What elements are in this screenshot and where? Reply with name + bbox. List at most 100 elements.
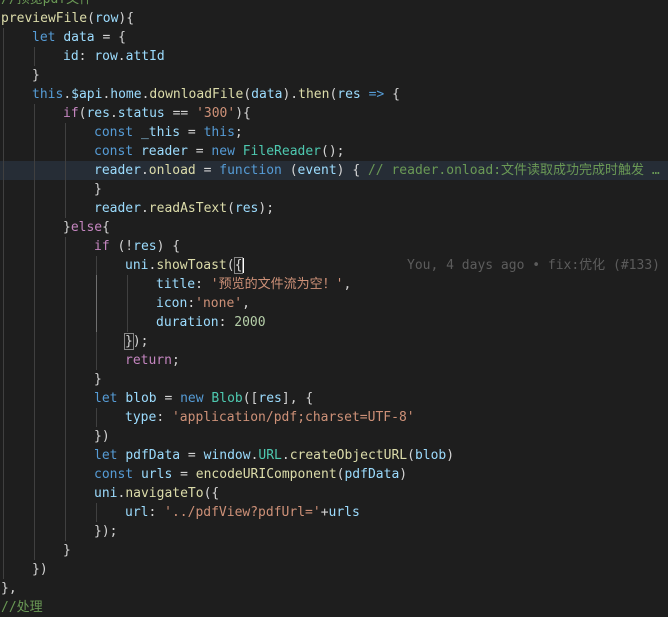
code-token: 2000 [234, 315, 266, 330]
code-line[interactable]: let data = { [0, 28, 668, 47]
indent-guide [65, 123, 66, 142]
indent-guide [65, 503, 66, 522]
code-text: title: '预览的文件流为空！', [156, 275, 351, 294]
code-token: : [195, 277, 211, 292]
code-token: URL [258, 448, 282, 463]
code-token: ); [132, 334, 149, 349]
indent-guide [34, 332, 35, 351]
code-line[interactable]: } [0, 66, 668, 85]
code-line[interactable]: if(res.status == '300'){ [0, 104, 668, 123]
code-line[interactable]: } [0, 541, 668, 560]
code-token: + [320, 505, 329, 520]
code-token: . [117, 49, 126, 64]
code-token: res [234, 201, 259, 216]
code-token: type [125, 410, 157, 425]
indent-guide [3, 541, 4, 560]
code-line[interactable]: type: 'application/pdf;charset=UTF-8' [0, 408, 668, 427]
indent-guide [96, 351, 97, 370]
code-token: new [180, 391, 212, 406]
code-line[interactable]: return; [0, 351, 668, 370]
code-line[interactable]: }) [0, 427, 668, 446]
indent-guide [34, 503, 35, 522]
code-token: ([ [242, 391, 259, 406]
indent-guide [3, 47, 4, 66]
code-line[interactable]: }); [0, 332, 668, 351]
indent-guide [3, 275, 4, 294]
code-line[interactable]: }else{ [0, 218, 668, 237]
code-line[interactable]: const _this = this; [0, 123, 668, 142]
code-token: => [368, 87, 385, 102]
code-text: }else{ [63, 218, 110, 237]
code-token: . [140, 201, 149, 216]
code-line[interactable]: icon:'none', [0, 294, 668, 313]
code-token: : [148, 505, 165, 520]
code-line[interactable]: } [0, 180, 668, 199]
code-text: } [63, 541, 71, 560]
code-line[interactable]: }); [0, 522, 668, 541]
code-token: let [94, 391, 126, 406]
code-line[interactable]: title: '预览的文件流为空！', [0, 275, 668, 294]
code-token: window [203, 448, 251, 463]
code-line[interactable]: duration: 2000 [0, 313, 668, 332]
code-text: const reader = new FileReader(); [94, 142, 345, 161]
code-line[interactable]: uni.showToast({You, 4 days ago • fix:优化 … [0, 256, 668, 275]
code-line[interactable]: const reader = new FileReader(); [0, 142, 668, 161]
code-line[interactable]: //处理 [0, 598, 668, 617]
code-token: createObjectURL [289, 448, 408, 463]
indent-guide [3, 408, 4, 427]
code-token: $api [71, 87, 103, 102]
code-token: . [281, 448, 290, 463]
code-token: encodeURIComponent [195, 467, 337, 482]
indent-guide [96, 503, 97, 522]
code-token: blob [414, 448, 447, 463]
code-line[interactable]: } [0, 370, 668, 389]
code-token: navigateTo [125, 486, 204, 501]
code-token: = [180, 448, 204, 463]
code-text: url: '../pdfView?pdfUrl='+urls [125, 503, 360, 522]
indent-guide [3, 294, 4, 313]
code-token: ( [407, 448, 415, 463]
code-token: { [233, 257, 244, 274]
code-token: reader [94, 163, 141, 178]
code-line[interactable]: }, [0, 579, 668, 598]
indent-guide [34, 237, 35, 256]
code-token: then [298, 87, 330, 102]
code-line[interactable]: const urls = encodeURIComponent(pdfData) [0, 465, 668, 484]
code-token: ( [281, 163, 298, 178]
code-line[interactable]: id: row.attId [0, 47, 668, 66]
code-line[interactable]: url: '../pdfView?pdfUrl='+urls [0, 503, 668, 522]
code-line[interactable]: this.$api.home.downloadFile(data).then(r… [0, 85, 668, 104]
code-token: . [63, 87, 72, 102]
code-line[interactable]: reader.onload = function (event) { // re… [0, 161, 668, 180]
code-token: }, [1, 581, 17, 596]
indent-guide [65, 161, 66, 180]
code-token: urls [140, 467, 173, 482]
code-token: title [156, 277, 196, 292]
code-line[interactable]: reader.readAsText(res); [0, 199, 668, 218]
indent-guide [65, 256, 66, 275]
code-text: //处理 [1, 598, 43, 617]
code-editor[interactable]: //预览pdf文件previewFile(row){let data = {id… [0, 0, 668, 615]
indent-guide [3, 256, 4, 275]
code-token: }); [94, 524, 118, 539]
indent-guide [3, 199, 4, 218]
code-token: 'none' [195, 296, 243, 311]
code-token: = [195, 163, 220, 178]
code-token: ) [399, 467, 408, 482]
code-line[interactable]: uni.navigateTo({ [0, 484, 668, 503]
indent-guide [65, 427, 66, 446]
code-token: blob [125, 391, 157, 406]
code-line[interactable]: //预览pdf文件 [0, 0, 668, 9]
code-line[interactable]: let blob = new Blob([res], { [0, 389, 668, 408]
code-line[interactable]: if (!res) { [0, 237, 668, 256]
code-line[interactable]: }) [0, 560, 668, 579]
indent-guide [34, 142, 35, 161]
code-line[interactable]: let pdfData = window.URL.createObjectURL… [0, 446, 668, 465]
indent-guide [65, 484, 66, 503]
indent-guide [34, 351, 35, 370]
indent-guide [3, 180, 4, 199]
code-text: let pdfData = window.URL.createObjectURL… [94, 446, 454, 465]
indent-guide [127, 313, 128, 332]
code-token: res [258, 391, 282, 406]
code-line[interactable]: previewFile(row){ [0, 9, 668, 28]
